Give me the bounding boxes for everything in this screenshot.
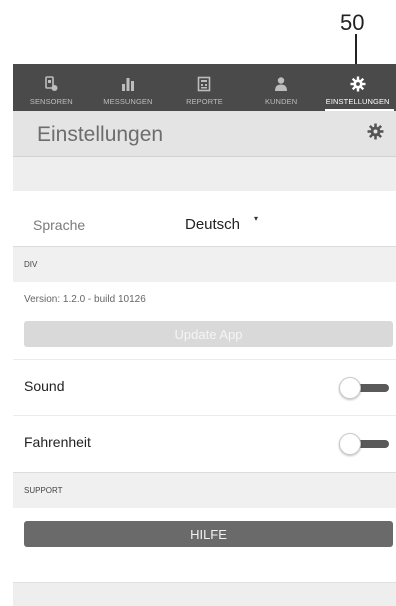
toggle-knob: [339, 377, 361, 399]
gear-icon: [350, 76, 366, 92]
tab-sensoren[interactable]: SENSOREN: [13, 64, 90, 111]
section-title: DIV: [24, 260, 38, 269]
setting-label: Sound: [24, 378, 65, 394]
header-subbar: [13, 157, 396, 191]
section-header-div: DIV: [13, 246, 396, 282]
tab-messungen[interactable]: MESSUNGEN: [90, 64, 167, 111]
sensor-icon: [45, 76, 58, 91]
page-header: Einstellungen: [13, 111, 396, 157]
page-title: Einstellungen: [37, 123, 164, 146]
bar-chart-icon: [121, 78, 134, 91]
section-title: SUPPORT: [24, 486, 63, 495]
tab-label: REPORTE: [186, 97, 223, 106]
customer-icon: [275, 77, 288, 91]
section-header-support: SUPPORT: [13, 472, 396, 508]
language-label: Sprache: [33, 217, 86, 233]
dropdown-caret-icon[interactable]: ▾: [254, 214, 258, 223]
tab-label: SENSOREN: [29, 97, 73, 106]
report-icon: [198, 76, 211, 92]
setting-row-fahrenheit: Fahrenheit: [13, 415, 396, 471]
setting-row-sound: Sound: [13, 359, 396, 415]
tab-kunden[interactable]: KUNDEN: [243, 64, 320, 111]
tab-einstellungen[interactable]: EINSTELLUNGEN: [319, 64, 396, 111]
fahrenheit-toggle[interactable]: [339, 432, 389, 456]
tab-reporte[interactable]: REPORTE: [166, 64, 243, 111]
language-select[interactable]: Deutsch: [185, 216, 240, 233]
tab-label: KUNDEN: [264, 97, 298, 106]
version-text: Version: 1.2.0 - build 10126: [24, 294, 146, 305]
sound-toggle[interactable]: [339, 376, 389, 400]
tab-label: EINSTELLUNGEN: [325, 97, 390, 106]
update-app-button[interactable]: Update App: [24, 321, 393, 347]
toggle-knob: [339, 433, 361, 455]
language-row: Sprache Deutsch ▾: [13, 210, 396, 246]
tab-bar: SENSOREN MESSUNGEN REPORTE KUNDEN EINSTE…: [13, 64, 396, 111]
gear-icon[interactable]: [367, 123, 384, 140]
help-button[interactable]: HILFE: [24, 521, 393, 547]
setting-label: Fahrenheit: [24, 434, 91, 450]
callout-number: 50: [340, 10, 365, 35]
tab-label: MESSUNGEN: [103, 97, 153, 106]
footer-bar: [13, 582, 396, 606]
